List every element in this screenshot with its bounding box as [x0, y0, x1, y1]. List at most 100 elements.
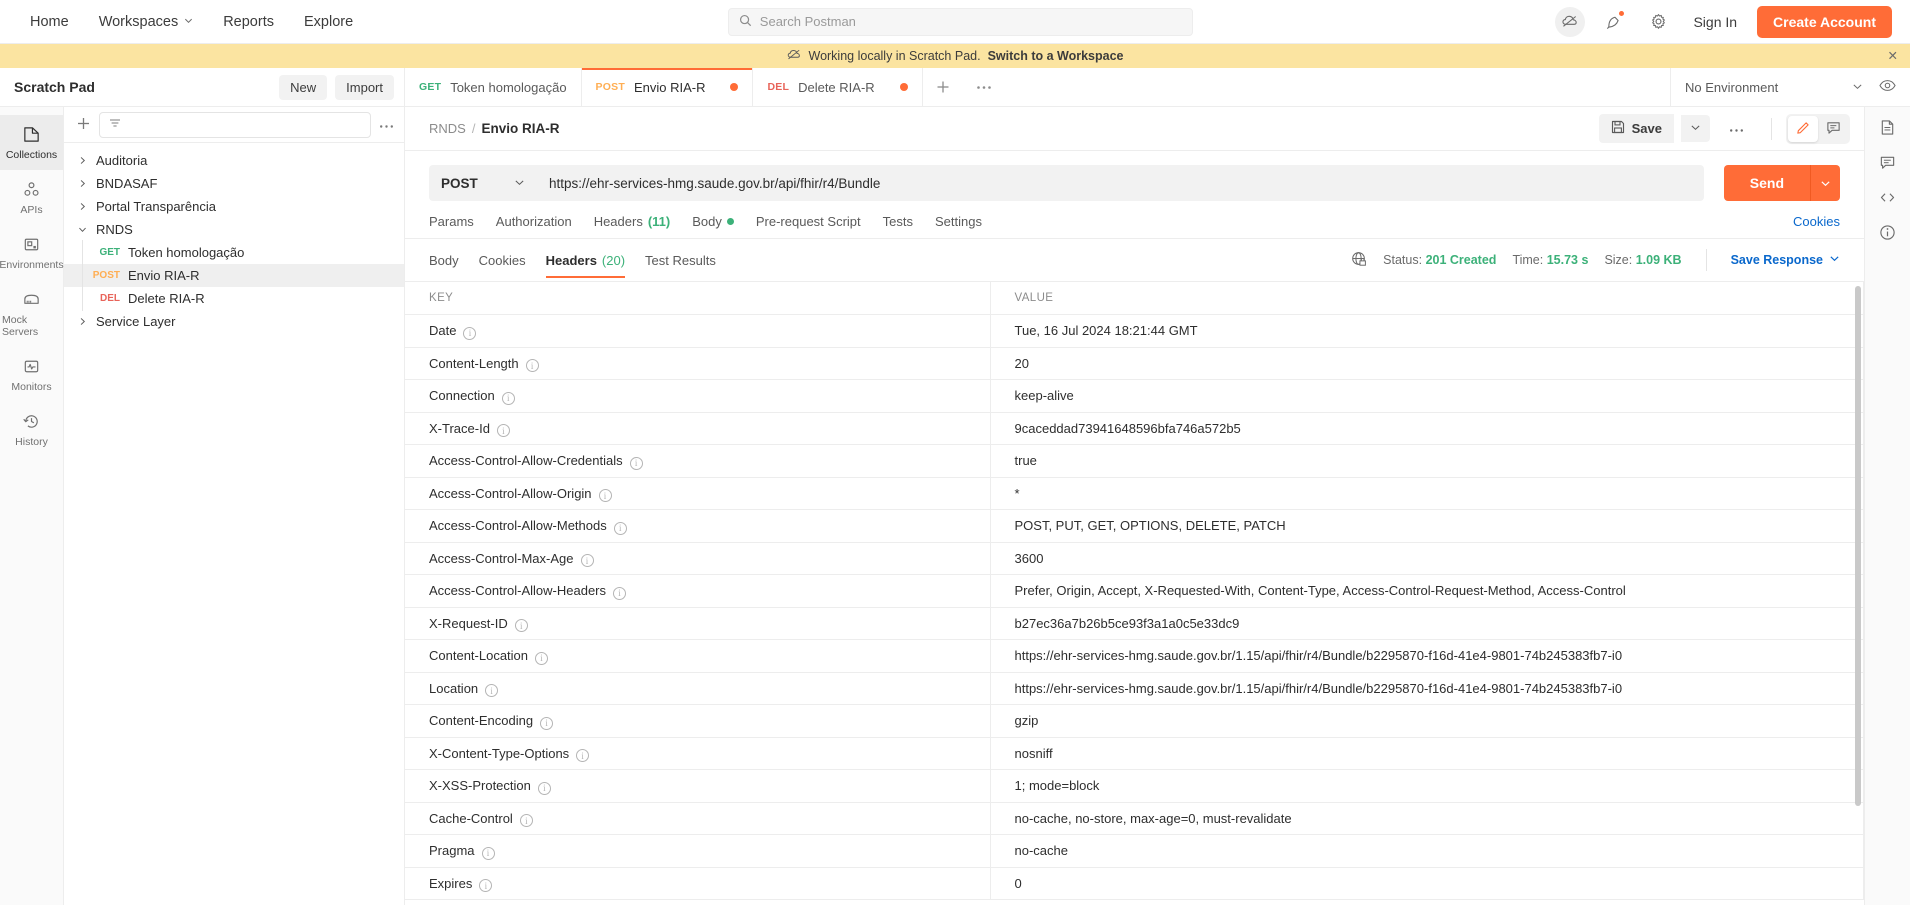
- tree-item-portal-transparencia[interactable]: Portal Transparência: [64, 195, 404, 218]
- sync-status-icon[interactable]: [1555, 6, 1586, 37]
- info-icon[interactable]: i: [598, 489, 612, 502]
- send-button[interactable]: Send: [1723, 165, 1810, 201]
- info-icon[interactable]: i: [519, 814, 533, 827]
- chevron-down-icon[interactable]: [1852, 80, 1863, 95]
- divider: [1705, 249, 1707, 271]
- request-options-icon[interactable]: [1716, 121, 1757, 136]
- create-account-button[interactable]: Create Account: [1757, 5, 1892, 38]
- tab-envio-ria-r[interactable]: POST Envio RIA-R: [581, 68, 754, 106]
- sidebar-item-history[interactable]: History: [0, 402, 63, 457]
- info-icon[interactable]: i: [481, 846, 495, 860]
- breadcrumb-root[interactable]: RNDS: [429, 121, 466, 136]
- response-headers-body: Date i Tue, 16 Jul 2024 18:21:44 GMT Cont…: [405, 314, 1864, 900]
- network-secure-icon[interactable]: [1351, 251, 1367, 270]
- request-tab-pre-request-script[interactable]: Pre-request Script: [756, 214, 861, 238]
- code-snippet-icon[interactable]: [1879, 189, 1896, 206]
- explorer-options-icon[interactable]: [379, 117, 394, 132]
- nav-item-reports[interactable]: Reports: [211, 8, 286, 36]
- gear-icon[interactable]: [1643, 7, 1673, 37]
- info-icon[interactable]: i: [535, 651, 549, 665]
- tree-item-service-layer[interactable]: Service Layer: [64, 310, 404, 333]
- nav-item-home[interactable]: Home: [18, 8, 81, 36]
- info-icon[interactable]: i: [501, 391, 515, 405]
- info-panel-icon[interactable]: [1879, 224, 1896, 241]
- tree-item-token-homologacao[interactable]: GET Token homologação: [64, 240, 404, 265]
- info-icon[interactable]: i: [514, 619, 528, 632]
- info-icon[interactable]: i: [479, 879, 493, 892]
- nav-item-workspaces[interactable]: Workspaces: [87, 8, 206, 36]
- tab-token-homologacao[interactable]: GET Token homologação: [405, 68, 582, 106]
- info-icon[interactable]: i: [576, 749, 590, 762]
- response-tab-test-results[interactable]: Test Results: [645, 253, 716, 278]
- http-method-select[interactable]: POST: [429, 165, 537, 201]
- info-icon[interactable]: i: [537, 781, 551, 795]
- sidebar-item-monitors[interactable]: Monitors: [0, 347, 63, 402]
- new-button[interactable]: New: [279, 74, 328, 100]
- save-options-caret[interactable]: [1681, 115, 1710, 142]
- info-icon[interactable]: i: [540, 716, 554, 730]
- info-icon[interactable]: i: [525, 359, 539, 372]
- response-tab-headers[interactable]: Headers (20): [545, 253, 626, 278]
- cookies-link[interactable]: Cookies: [1793, 214, 1840, 238]
- sidebar-item-mock-servers[interactable]: Mock Servers: [0, 280, 63, 347]
- info-icon[interactable]: i: [485, 684, 499, 697]
- vertical-scrollbar[interactable]: [1855, 286, 1861, 806]
- table-row: X-Request-ID i b27ec36a7b26b5ce93f3a1a0c5…: [405, 607, 1864, 640]
- table-row: Location i https://ehr-services-hmg.saude…: [405, 672, 1864, 705]
- size-value: 1.09 KB: [1635, 253, 1682, 267]
- sidebar-item-apis[interactable]: APIs: [0, 170, 63, 225]
- tree-item-delete-ria-r[interactable]: DEL Delete RIA-R: [64, 286, 404, 311]
- filter-input[interactable]: [99, 111, 371, 138]
- tree-item-auditoria[interactable]: Auditoria: [64, 149, 404, 172]
- import-button[interactable]: Import: [335, 74, 394, 100]
- comments-button[interactable]: [1818, 116, 1848, 142]
- sidebar-item-collections[interactable]: Collections: [0, 115, 63, 170]
- info-icon[interactable]: i: [496, 424, 510, 437]
- sign-in-button[interactable]: Sign In: [1687, 14, 1743, 30]
- breadcrumb-separator: /: [471, 121, 476, 136]
- sidebar-item-environments[interactable]: Environments: [0, 225, 64, 280]
- banner-switch-workspace-link[interactable]: Switch to a Workspace: [988, 49, 1124, 63]
- response-headers-table-wrapper[interactable]: KEY VALUE Date i Tue, 16 Jul 2024 18:21:4…: [405, 281, 1864, 905]
- tab-options-icon[interactable]: [963, 68, 1005, 106]
- chevron-right-icon: [76, 156, 88, 165]
- close-icon[interactable]: ✕: [1888, 50, 1898, 63]
- send-options-caret[interactable]: [1810, 165, 1840, 201]
- tab-delete-ria-r[interactable]: DEL Delete RIA-R: [753, 68, 923, 106]
- nav-item-explore[interactable]: Explore: [292, 8, 365, 36]
- add-collection-icon[interactable]: [76, 116, 91, 134]
- info-icon[interactable]: i: [613, 521, 627, 535]
- request-tab-body[interactable]: Body: [692, 214, 734, 238]
- notifications-icon[interactable]: [1599, 7, 1629, 37]
- documentation-icon[interactable]: [1879, 119, 1896, 136]
- request-tab-params[interactable]: Params: [429, 214, 474, 238]
- edit-mode-button[interactable]: [1788, 115, 1818, 142]
- environment-quick-look-icon[interactable]: [1879, 79, 1896, 95]
- right-rail: [1864, 107, 1910, 905]
- new-tab-button[interactable]: [923, 68, 963, 106]
- request-tab-settings[interactable]: Settings: [935, 214, 982, 238]
- tree-item-bndasaf[interactable]: BNDASAF: [64, 172, 404, 195]
- tree-item-rnds[interactable]: RNDS: [64, 218, 404, 241]
- filter-icon: [108, 117, 122, 132]
- search-input[interactable]: Search Postman: [727, 7, 1193, 36]
- save-button[interactable]: Save: [1598, 114, 1674, 143]
- save-icon: [1611, 120, 1625, 137]
- info-icon[interactable]: i: [613, 586, 626, 600]
- environment-selector[interactable]: No Environment: [1685, 80, 1846, 95]
- response-tab-cookies[interactable]: Cookies: [479, 253, 526, 278]
- tree-item-envio-ria-r[interactable]: POST Envio RIA-R: [64, 263, 404, 288]
- request-tab-tests[interactable]: Tests: [883, 214, 913, 238]
- comments-panel-icon[interactable]: [1879, 154, 1896, 171]
- request-tab-authorization[interactable]: Authorization: [496, 214, 572, 238]
- info-icon[interactable]: i: [580, 554, 594, 567]
- left-rail: Collections APIs Environments Mock Serve…: [0, 107, 64, 905]
- info-icon[interactable]: i: [463, 326, 477, 340]
- save-response-button[interactable]: Save Response: [1731, 253, 1840, 267]
- info-icon[interactable]: i: [629, 456, 643, 470]
- response-tab-body[interactable]: Body: [429, 253, 459, 278]
- header-value-cell: 0: [990, 867, 1864, 900]
- request-tab-headers[interactable]: Headers (11): [594, 214, 671, 238]
- tree-item-label: Auditoria: [96, 153, 148, 168]
- url-input[interactable]: https://ehr-services-hmg.saude.gov.br/ap…: [537, 165, 1704, 201]
